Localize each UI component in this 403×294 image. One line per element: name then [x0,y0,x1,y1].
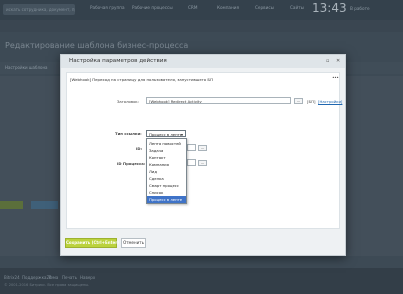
dropdown-option[interactable]: Лента новостей [147,140,186,147]
link-type-value: Процесс в ленте [149,132,183,137]
dialog-title: Настройка параметров действия [69,58,167,64]
dialog-header[interactable]: Настройка параметров действия ▫ ✕ [61,55,345,68]
process-id-insert-button[interactable]: ... [198,160,207,166]
dropdown-option[interactable]: Лид [147,168,186,175]
link-type-select[interactable]: Процесс в ленте ▾ [146,130,186,137]
dropdown-option[interactable]: Список [147,189,186,196]
nav-item[interactable]: Рабочие процессы [132,5,173,10]
clock-time[interactable]: 13:43 [312,1,347,15]
dialog-body: [Webhook] Переход на страницу для пользо… [66,72,342,229]
id-input[interactable] [187,144,196,151]
nav-item[interactable]: Сайты [290,5,304,10]
activity-description: [Webhook] Переход на страницу для пользо… [70,77,213,82]
search-input[interactable]: искать сотрудника, документ, прочее... [3,4,75,15]
title-label: Заголовок: [117,99,139,104]
dropdown-option[interactable]: Смарт процесс [147,182,186,189]
bp-link[interactable]: [БП] [307,99,315,104]
work-status: В работе [350,6,370,11]
footer [0,268,403,294]
insert-value-button[interactable]: ... [294,98,303,104]
settings-link[interactable]: [Настройки] [318,99,342,104]
process-id-input[interactable] [187,159,196,166]
nav-item[interactable]: Рабочая группа [90,5,125,10]
chevron-down-icon: ▾ [181,132,183,137]
activity-settings-dialog: Настройка параметров действия ▫ ✕ [Webho… [60,54,346,256]
dropdown-option[interactable]: Контакт [147,154,186,161]
dropdown-option[interactable]: Сделка [147,175,186,182]
page-title: Редактирование шаблона бизнес-процесса [5,41,189,50]
minimize-icon[interactable]: ▫ [326,58,329,64]
footer-link[interactable]: Bitrix24 [4,275,20,280]
dropdown-option-selected[interactable]: Процесс в ленте [147,196,186,203]
nav-item[interactable]: Сервисы [255,5,274,10]
cancel-button[interactable]: Отменить [121,238,146,248]
footer-copyright: © 2001-2016 Битрикс. Все права защищены. [4,283,90,287]
background-apply-button[interactable] [31,201,58,209]
title-input[interactable]: [Webhook] Redirect Activity [146,97,291,104]
id-label: ID: [136,146,143,151]
dropdown-option[interactable]: Компания [147,161,186,168]
link-type-label: Тип ссылки: [115,131,142,136]
toolbar [0,20,403,32]
id-insert-button[interactable]: ... [198,145,207,151]
nav-item[interactable]: Компания [217,5,239,10]
save-button[interactable]: Сохранить (Ctrl+Enter) [65,238,119,248]
footer-link[interactable]: Печать [62,275,77,280]
dialog-footer: Сохранить (Ctrl+Enter) Отменить [61,232,345,255]
background-save-button[interactable] [0,201,23,209]
footer-link[interactable]: Наверх [80,275,95,280]
more-options-icon[interactable]: ••• [332,76,339,81]
process-id-label: ID Процесса: [117,161,146,166]
dropdown-option[interactable]: Задача [147,147,186,154]
nav-item[interactable]: CRM [188,5,197,10]
footer-link[interactable]: Тема [48,275,58,280]
link-type-dropdown: Лента новостей Задача Контакт Компания Л… [146,138,187,204]
close-icon[interactable]: ✕ [336,58,340,64]
tab-template-settings[interactable]: Настройки шаблона [5,65,48,70]
